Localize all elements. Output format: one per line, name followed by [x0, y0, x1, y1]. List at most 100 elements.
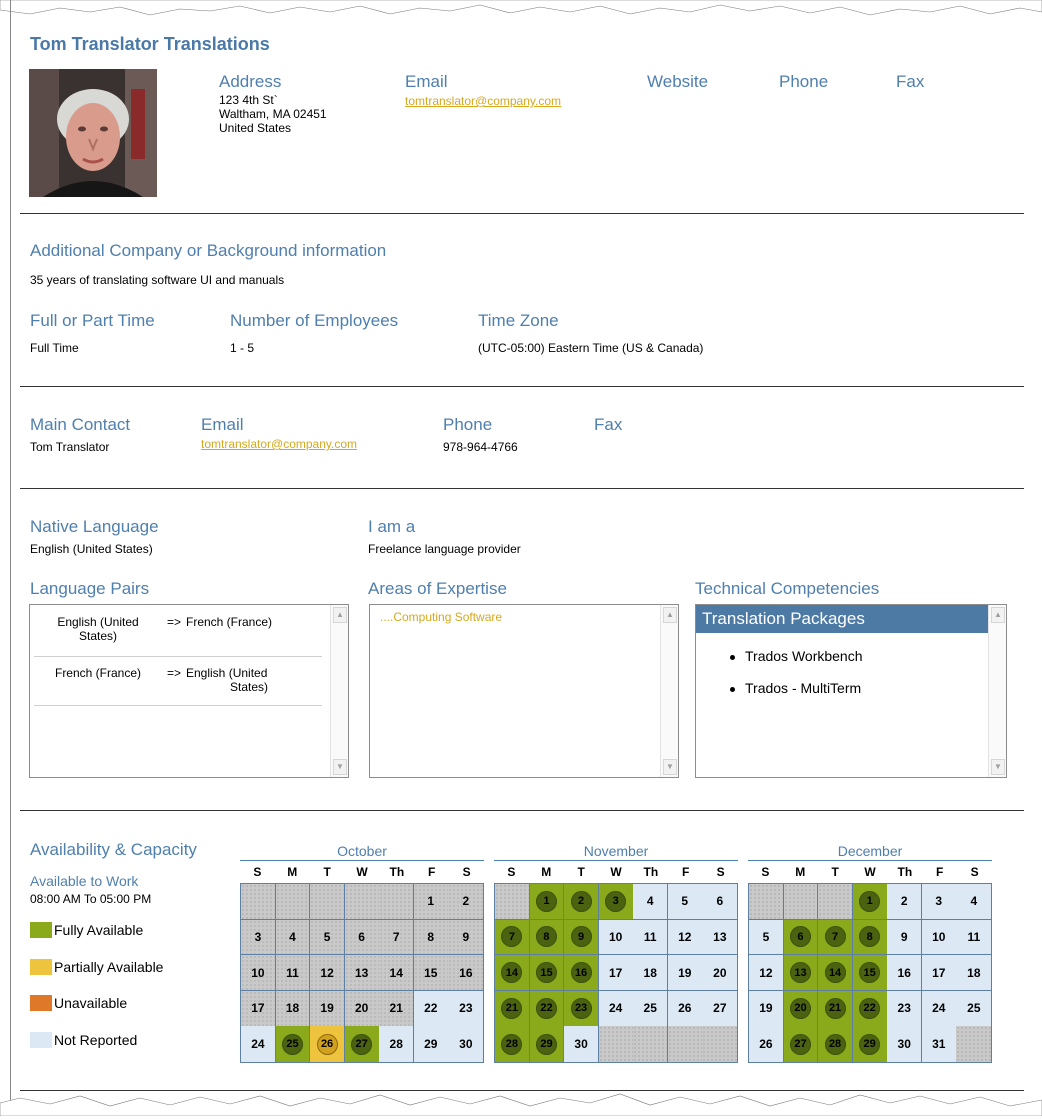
calendar-day[interactable]: 26 [749, 1026, 784, 1063]
calendar-day[interactable]: 16 [887, 955, 923, 991]
calendar-day[interactable]: 21 [379, 990, 415, 1027]
calendar-day[interactable]: 2 [448, 884, 484, 920]
expertise-list[interactable]: ....Computing Software ▲ ▼ [369, 604, 679, 778]
calendar-day[interactable]: 14 [495, 955, 530, 991]
scroll-down-icon[interactable]: ▼ [333, 759, 347, 775]
calendar-day[interactable]: 3 [598, 884, 634, 920]
calendar-day[interactable]: 19 [667, 955, 703, 991]
calendar-day[interactable]: 22 [413, 990, 449, 1027]
calendar-day[interactable]: 7 [379, 919, 415, 956]
calendar-day[interactable]: 18 [633, 955, 669, 991]
calendar-day[interactable]: 3 [921, 884, 957, 920]
calendar-day[interactable]: 21 [495, 990, 530, 1027]
language-pairs-list[interactable]: English (United States) => French (France… [29, 604, 349, 778]
calendar-day[interactable]: 7 [818, 919, 853, 956]
calendar-day[interactable]: 24 [598, 990, 634, 1027]
email-link[interactable]: tomtranslator@company.com [405, 94, 561, 108]
calendar-day[interactable]: 15 [852, 955, 888, 991]
calendar-day[interactable]: 13 [702, 919, 738, 956]
calendar-day[interactable]: 5 [667, 884, 703, 920]
calendar-day[interactable]: 2 [887, 884, 923, 920]
scroll-down-icon[interactable]: ▼ [991, 759, 1005, 775]
calendar-day[interactable]: 13 [783, 955, 819, 991]
calendar-day[interactable]: 11 [275, 955, 311, 991]
calendar-day[interactable]: 30 [564, 1026, 599, 1063]
calendar-day[interactable]: 15 [413, 955, 449, 991]
calendar-day[interactable]: 6 [344, 919, 380, 956]
calendar-day[interactable]: 17 [598, 955, 634, 991]
calendar-day[interactable]: 10 [241, 955, 276, 991]
calendar-day[interactable]: 1 [852, 884, 888, 920]
calendar-day[interactable]: 30 [887, 1026, 923, 1063]
calendar-day[interactable]: 23 [564, 990, 599, 1027]
calendar-day[interactable]: 12 [310, 955, 345, 991]
calendar-day[interactable]: 29 [413, 1026, 449, 1063]
scrollbar[interactable]: ▲ ▼ [330, 605, 348, 777]
calendar-day[interactable]: 10 [921, 919, 957, 956]
calendar-day[interactable]: 31 [921, 1026, 957, 1063]
calendar-day[interactable]: 23 [887, 990, 923, 1027]
contact-email-link[interactable]: tomtranslator@company.com [201, 437, 357, 451]
calendar-day[interactable]: 20 [783, 990, 819, 1027]
calendar-day[interactable]: 26 [310, 1026, 345, 1063]
expertise-item[interactable]: ....Computing Software [380, 610, 502, 624]
calendar-day[interactable]: 27 [344, 1026, 380, 1063]
calendar-day[interactable]: 25 [956, 990, 992, 1027]
calendar-day[interactable]: 20 [702, 955, 738, 991]
calendar-day[interactable]: 22 [852, 990, 888, 1027]
calendar-day[interactable]: 19 [749, 990, 784, 1027]
calendar-day[interactable]: 6 [702, 884, 738, 920]
calendar-day[interactable]: 24 [241, 1026, 276, 1063]
competencies-list[interactable]: Translation Packages Trados Workbench Tr… [695, 604, 1007, 778]
calendar-day[interactable]: 20 [344, 990, 380, 1027]
calendar-day[interactable]: 29 [529, 1026, 565, 1063]
calendar-day[interactable]: 8 [413, 919, 449, 956]
calendar-day[interactable]: 30 [448, 1026, 484, 1063]
calendar-day[interactable]: 26 [667, 990, 703, 1027]
calendar-day[interactable]: 5 [749, 919, 784, 956]
calendar-day[interactable]: 4 [633, 884, 669, 920]
calendar-day[interactable]: 24 [921, 990, 957, 1027]
calendar-day[interactable]: 2 [564, 884, 599, 920]
calendar-day[interactable]: 17 [241, 990, 276, 1027]
calendar-day[interactable]: 1 [413, 884, 449, 920]
calendar-day[interactable]: 4 [275, 919, 311, 956]
scroll-up-icon[interactable]: ▲ [663, 607, 677, 623]
calendar-day[interactable]: 28 [495, 1026, 530, 1063]
scroll-up-icon[interactable]: ▲ [991, 607, 1005, 623]
calendar-day[interactable]: 12 [667, 919, 703, 956]
calendar-day[interactable]: 14 [818, 955, 853, 991]
scrollbar[interactable]: ▲ ▼ [988, 605, 1006, 777]
calendar-day[interactable]: 25 [275, 1026, 311, 1063]
calendar-day[interactable]: 22 [529, 990, 565, 1027]
calendar-day[interactable]: 28 [379, 1026, 415, 1063]
calendar-day[interactable]: 9 [448, 919, 484, 956]
calendar-day[interactable]: 16 [564, 955, 599, 991]
calendar-day[interactable]: 7 [495, 919, 530, 956]
calendar-day[interactable]: 1 [529, 884, 565, 920]
scrollbar[interactable]: ▲ ▼ [660, 605, 678, 777]
calendar-day[interactable]: 9 [887, 919, 923, 956]
calendar-day[interactable]: 28 [818, 1026, 853, 1063]
calendar-day[interactable]: 8 [529, 919, 565, 956]
calendar-day[interactable]: 29 [852, 1026, 888, 1063]
calendar-day[interactable]: 10 [598, 919, 634, 956]
calendar-day[interactable]: 18 [275, 990, 311, 1027]
calendar-day[interactable]: 3 [241, 919, 276, 956]
calendar-day[interactable]: 13 [344, 955, 380, 991]
calendar-day[interactable]: 6 [783, 919, 819, 956]
calendar-day[interactable]: 12 [749, 955, 784, 991]
calendar-day[interactable]: 11 [956, 919, 992, 956]
scroll-up-icon[interactable]: ▲ [333, 607, 347, 623]
calendar-day[interactable]: 9 [564, 919, 599, 956]
calendar-day[interactable]: 27 [783, 1026, 819, 1063]
language-pair-row[interactable]: English (United States) => French (France… [38, 615, 322, 651]
language-pair-row[interactable]: French (France) => English (United States… [38, 666, 322, 702]
calendar-day[interactable]: 23 [448, 990, 484, 1027]
calendar-day[interactable]: 4 [956, 884, 992, 920]
calendar-day[interactable]: 5 [310, 919, 345, 956]
calendar-day[interactable]: 25 [633, 990, 669, 1027]
calendar-day[interactable]: 21 [818, 990, 853, 1027]
calendar-day[interactable]: 17 [921, 955, 957, 991]
calendar-day[interactable]: 19 [310, 990, 345, 1027]
